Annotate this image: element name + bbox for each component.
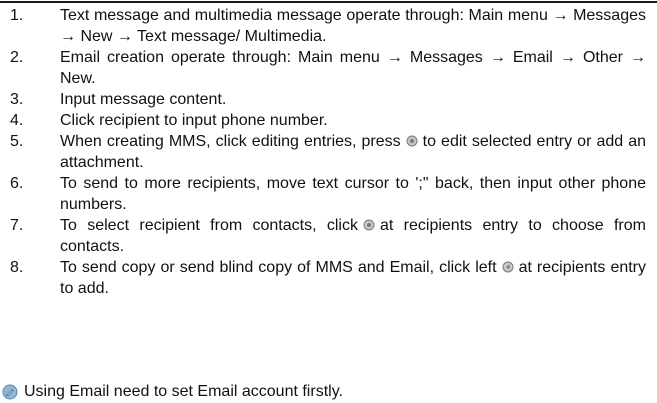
step-item: 1. Text message and multimedia message o…: [0, 5, 657, 47]
step-text-segment: Input message content.: [60, 91, 227, 108]
step-text-segment: To send to more recipients, move text cu…: [60, 175, 646, 213]
step-text-segment: To select recipient from contacts, click: [60, 217, 358, 234]
step-text: Click recipient to input phone number.: [43, 110, 646, 131]
ok-key-icon: [363, 219, 375, 231]
step-text: Text message and multimedia message oper…: [43, 5, 646, 47]
step-item: 8. To send copy or send blind copy of MM…: [0, 257, 657, 299]
step-number: 6.: [10, 175, 24, 192]
instruction-list: 1. Text message and multimedia message o…: [0, 5, 657, 299]
step-number: 8.: [10, 259, 24, 276]
step-text: Input message content.: [43, 89, 646, 110]
step-text-segment: Click recipient to input phone number.: [60, 112, 328, 129]
step-text: To send copy or send blind copy of MMS a…: [43, 257, 646, 299]
note: Using Email need to set Email account fi…: [0, 381, 343, 402]
step-text: Email creation operate through: Main men…: [43, 47, 646, 89]
top-rule: [0, 1, 657, 3]
step-text: To send to more recipients, move text cu…: [43, 173, 646, 215]
step-number: 5.: [10, 133, 24, 150]
step-number: 7.: [10, 217, 24, 234]
step-item: 4. Click recipient to input phone number…: [0, 110, 657, 131]
step-item: 7. To select recipient from contacts, cl…: [0, 215, 657, 257]
step-number: 4.: [10, 112, 24, 129]
note-icon: [2, 384, 18, 399]
left-soft-key-icon: [502, 261, 514, 273]
ok-key-icon: [406, 135, 418, 147]
step-number: 2.: [10, 49, 24, 66]
step-text-segment: Text message and multimedia message oper…: [60, 7, 646, 45]
step-text-segment: To send copy or send blind copy of MMS a…: [60, 259, 497, 276]
step-number: 1.: [10, 7, 24, 24]
step-item: 5. When creating MMS, click editing entr…: [0, 131, 657, 173]
step-text-segment: When creating MMS, click editing entries…: [60, 133, 401, 150]
step-text: To select recipient from contacts, click…: [43, 215, 646, 257]
step-text: When creating MMS, click editing entries…: [43, 131, 646, 173]
step-number: 3.: [10, 91, 24, 108]
step-item: 6. To send to more recipients, move text…: [0, 173, 657, 215]
step-text-segment: Email creation operate through: Main men…: [60, 49, 646, 87]
note-text: Using Email need to set Email account fi…: [24, 383, 343, 400]
step-item: 2. Email creation operate through: Main …: [0, 47, 657, 89]
step-item: 3. Input message content.: [0, 89, 657, 110]
